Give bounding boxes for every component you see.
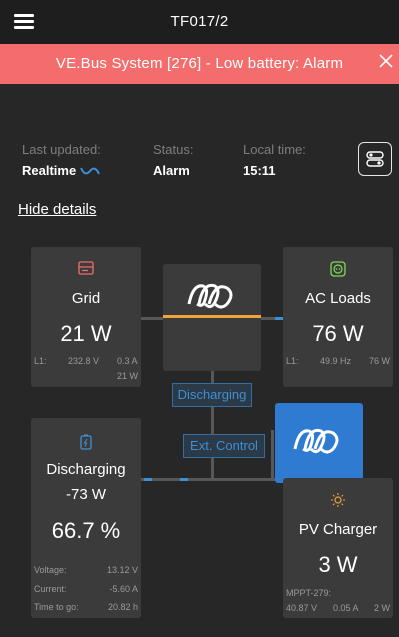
inverter-flow-bar (163, 315, 261, 318)
flow-dot (180, 478, 188, 481)
battery-ttg-value: 20.82 h (107, 602, 138, 612)
battery-state: Discharging (46, 461, 126, 478)
hide-details-link[interactable]: Hide details (18, 201, 96, 218)
mppt-power: 2 W (373, 603, 390, 613)
status-value: Alarm (153, 163, 190, 178)
ac-loads-l1-label: L1: (286, 356, 299, 366)
last-updated-label: Last updated: (22, 142, 101, 157)
victron-logo-icon (187, 283, 233, 309)
battery-current-value: -5.60 A (109, 584, 138, 594)
flow-dot (144, 478, 152, 481)
local-time-value: 15:11 (243, 163, 276, 178)
local-time-label: Local time: (243, 142, 306, 157)
grid-l1-label: L1: (34, 356, 47, 366)
flow-dot (275, 317, 283, 320)
switches-icon (366, 151, 384, 167)
ac-loads-l1-power: 76 W (369, 356, 391, 366)
pv-charger-power: 3 W (318, 552, 358, 577)
ext-control-tag: Ext. Control (183, 434, 265, 458)
grid-card[interactable]: Grid 21 W L1: 232.8 V 0.3 A 21 W (31, 247, 141, 387)
alarm-message: VE.Bus System [276] - Low battery: Alarm (55, 55, 344, 72)
discharging-tag: Discharging (172, 383, 252, 407)
mppt-card[interactable] (275, 403, 363, 483)
battery-soc: 66.7 % (51, 518, 121, 543)
ac-loads-title: AC Loads (305, 290, 371, 307)
mppt-voltage: 40.87 V (286, 603, 318, 613)
ac-loads-card[interactable]: AC Loads 76 W L1: 49.9 Hz 76 W (283, 247, 393, 387)
battery-voltage-label: Voltage: (34, 565, 67, 575)
wave-icon (80, 167, 100, 175)
switch-toggle-button[interactable] (358, 142, 392, 176)
grid-title: Grid (71, 290, 101, 307)
inverter-card[interactable] (163, 264, 261, 371)
page-title: TF017/2 (170, 13, 229, 30)
battery-ttg-label: Time to go: (34, 602, 79, 612)
grid-meter-icon (78, 261, 94, 275)
dc-bus-line (141, 478, 283, 481)
mppt-current: 0.05 A (333, 603, 359, 613)
grid-current: 0.3 A (117, 356, 138, 366)
top-bar: TF017/2 (0, 0, 399, 44)
alarm-banner: VE.Bus System [276] - Low battery: Alarm (0, 44, 399, 84)
ac-loads-power: 76 W (312, 321, 364, 346)
victron-logo-icon (293, 428, 339, 454)
grid-voltage: 232.8 V (68, 356, 100, 366)
pv-charger-card[interactable]: PV Charger 3 W MPPT-279: 40.87 V 0.05 A … (283, 478, 393, 618)
battery-charging-icon (80, 434, 92, 450)
ac-loads-frequency: 49.9 Hz (320, 356, 352, 366)
battery-power: -73 W (65, 486, 106, 503)
grid-inverter-line (141, 317, 163, 320)
grid-l1-power: 21 W (117, 371, 139, 381)
battery-current-label: Current: (34, 584, 67, 594)
status-label: Status: (153, 142, 194, 157)
sun-icon (331, 493, 345, 507)
mppt-dc-line (271, 430, 274, 480)
pv-charger-title: PV Charger (298, 521, 378, 538)
close-icon[interactable] (377, 52, 395, 70)
grid-power: 21 W (60, 321, 112, 346)
socket-icon (330, 261, 346, 277)
battery-card[interactable]: Discharging -73 W 66.7 % Voltage: 13.12 … (31, 418, 141, 618)
last-updated-value: Realtime (22, 163, 77, 178)
battery-voltage-value: 13.12 V (106, 565, 138, 575)
mppt-device-label: MPPT-279: (286, 588, 332, 598)
